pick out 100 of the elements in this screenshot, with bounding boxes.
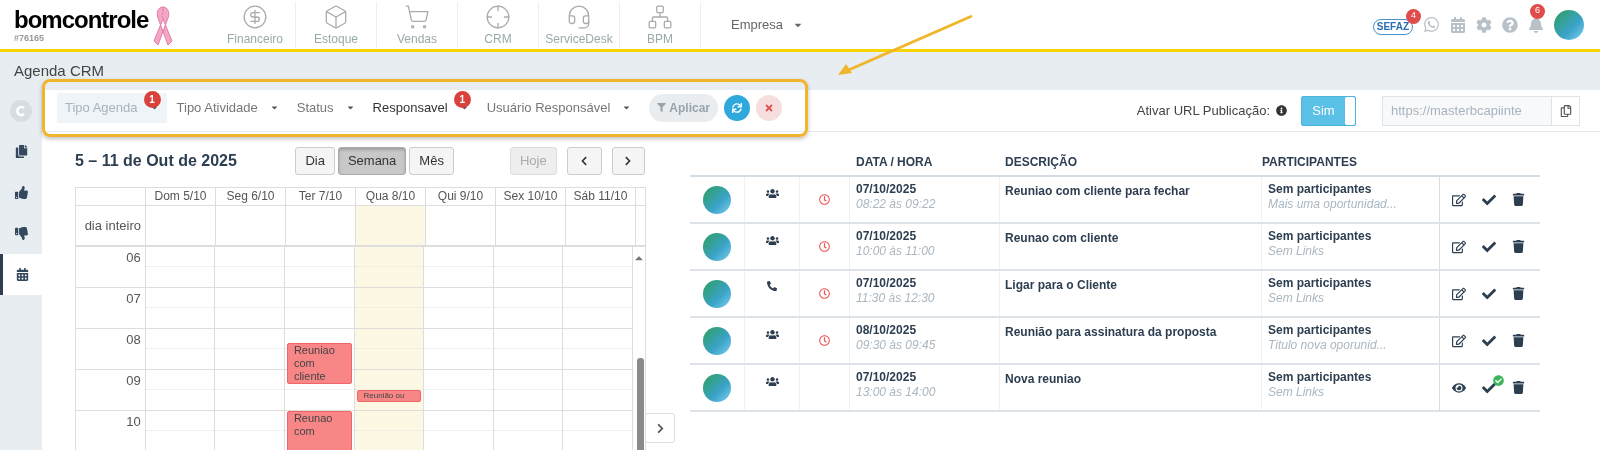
avatar [703,232,731,261]
box-icon [323,3,349,30]
hour-label: 06 [126,249,141,264]
nav-link[interactable]: ServiceDesk [545,31,613,46]
column-header: DATA / HORA [855,154,934,171]
event-note: Mais uma oportunidad... [1268,197,1398,212]
event-note: Titulo nova oporunid... [1268,338,1388,353]
event-description: Nova reuniao [1005,372,1082,386]
view-tab[interactable]: Dia [295,147,335,175]
event-date: 07/10/2025 [856,370,918,385]
event-description: Reunião para assinatura da proposta [1005,325,1217,339]
calendar-event[interactable]: Reunao com [286,411,352,450]
edit-button[interactable] [1452,286,1466,301]
filter-dropdown[interactable]: Usuário Responsável [478,92,640,123]
company-dropdown[interactable]: Empresa [731,14,804,35]
edit-button[interactable] [1452,333,1466,348]
event-description: Reuniao com cliente para fechar [1005,184,1190,198]
check-icon [1482,380,1496,395]
check-icon [1482,239,1496,254]
view-tab[interactable]: Semana [337,147,407,175]
edit-icon [1452,239,1466,254]
target-icon [485,3,511,30]
group-icon [765,187,779,200]
participants: Sem participantes [1268,276,1373,291]
day-header: Sáb 11/10 [566,188,636,205]
hour-label: 07 [126,290,141,305]
filter-dropdown[interactable]: Tipo Atividade [168,92,287,123]
event-date: 07/10/2025 [856,229,918,244]
scrollbar-thumb[interactable] [637,358,644,450]
nav-link[interactable]: Estoque [313,31,358,46]
nav-link[interactable]: CRM [484,31,512,46]
calendar-icon [16,268,29,281]
day-header: Sex 10/10 [496,188,566,205]
edit-button[interactable] [1452,192,1466,207]
bell-icon[interactable] [1528,16,1544,33]
delete-button[interactable] [1512,381,1525,394]
refresh-icon [732,102,742,113]
account-number: #76165 [14,32,46,43]
caret-icon [345,103,355,112]
complete-button[interactable] [1482,380,1496,395]
avatar [703,326,731,355]
day-header: Seg 6/10 [216,188,286,205]
event-time: 10:00 às 11:00 [856,244,936,259]
column-header: PARTICIPANTES [1262,154,1358,171]
eye-icon [1452,380,1466,395]
nav-link[interactable]: BPM [647,31,673,46]
complete-button[interactable] [1482,333,1496,348]
check-icon [1482,192,1496,207]
filter-dropdown[interactable]: Status [288,92,363,123]
info-icon[interactable] [1276,105,1287,116]
delete-button[interactable] [1512,334,1525,347]
count-badge: 1 [453,90,471,108]
event-note: Sem Links [1268,385,1326,400]
caret-icon [269,103,279,112]
group-icon [765,375,779,388]
day-header: Ter 7/10 [286,188,356,205]
brand-logo[interactable]: bomcontrole [14,6,149,33]
copy-icon [1559,104,1572,117]
participants: Sem participantes [1268,323,1373,338]
calendar-event[interactable]: Reunião ou [356,390,422,402]
nav-link[interactable]: Financeiro [227,31,283,46]
trash-icon [1512,193,1525,206]
delete-button[interactable] [1512,193,1525,206]
complete-button[interactable] [1482,239,1496,254]
participants: Sem participantes [1268,370,1373,385]
event-time: 08:22 às 09:22 [856,197,937,212]
edit-button[interactable] [1452,239,1466,254]
filter-dropdown[interactable]: Responsavel 1 [364,92,477,123]
view-tab[interactable]: Mês [409,147,454,175]
calendar-event[interactable]: Reuniao com cliente [286,343,352,384]
event-date: 08/10/2025 [856,323,918,338]
refresh-button[interactable] [724,94,750,121]
trash-icon [1512,381,1525,394]
date-range: 5 – 11 de Out de 2025 [75,151,238,171]
copy-button[interactable] [1552,95,1580,126]
view-button[interactable] [1452,380,1466,395]
event-description: Reunao com cliente [1005,231,1119,245]
count-badge: 1 [143,90,161,108]
all-day-label: dia inteiro [76,206,146,245]
avatar [703,373,731,402]
event-date: 07/10/2025 [856,276,918,291]
clear-button[interactable] [756,94,782,121]
phone-icon [767,281,777,291]
trash-icon [1512,334,1525,347]
nav-link[interactable]: Vendas [396,31,437,46]
caret-icon [622,103,632,112]
thumbs-down-icon [14,227,28,240]
event-note: Sem Links [1268,291,1326,306]
delete-button[interactable] [1512,240,1525,253]
publish-label: Ativar URL Publicação: [1136,101,1270,120]
count-badge: 6 [1530,3,1545,19]
filter-dropdown[interactable]: Tipo Agenda 1 [57,92,167,123]
delete-button[interactable] [1512,287,1525,300]
cart-icon [404,3,430,30]
sidebar-item[interactable] [0,254,42,295]
complete-button[interactable] [1482,286,1496,301]
avatar [703,185,731,214]
thumbs-up-icon [14,186,28,199]
complete-button[interactable] [1482,192,1496,207]
column-header: DESCRIÇÃO [1004,153,1078,171]
